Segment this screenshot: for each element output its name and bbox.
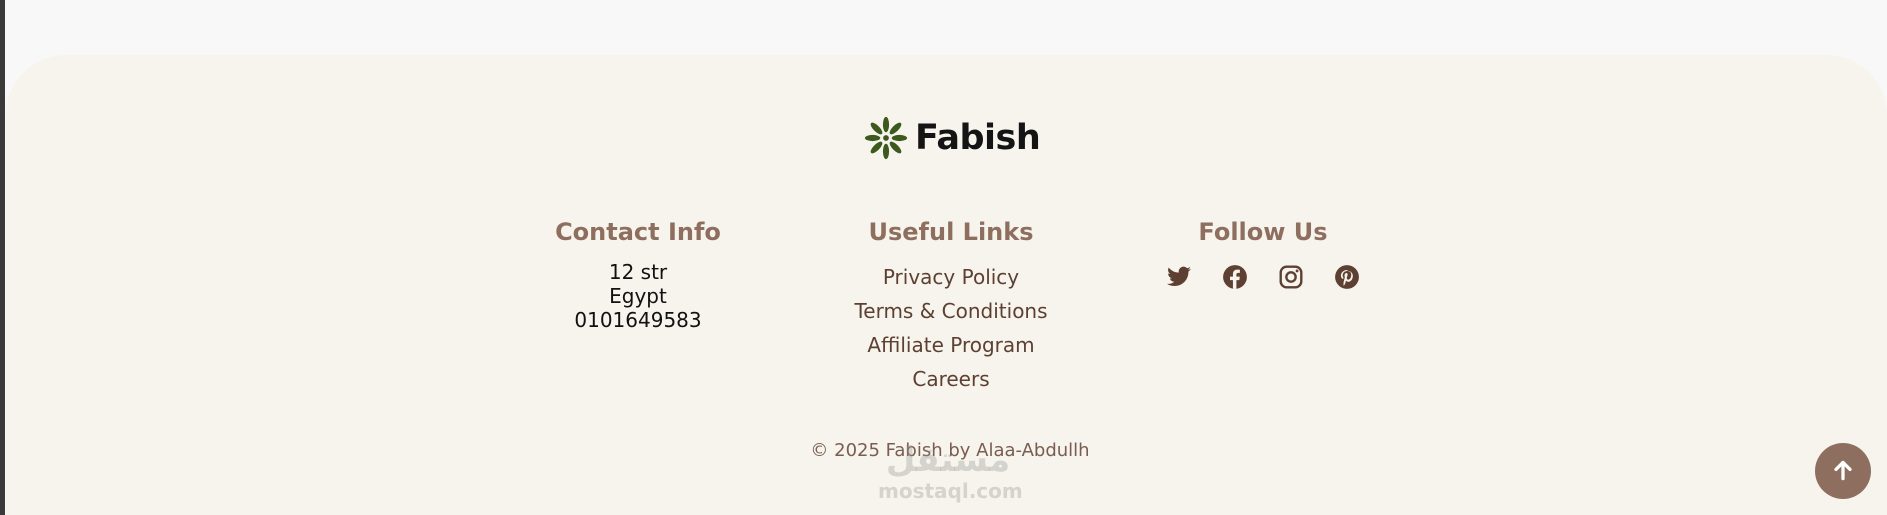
social-icons <box>1140 264 1386 290</box>
watermark-arabic: مستقل <box>885 440 1011 480</box>
leaf-logo-icon <box>863 114 909 162</box>
page-top-strip <box>5 0 1887 56</box>
contact-address-country: Egypt <box>609 284 667 308</box>
pinterest-icon[interactable] <box>1334 264 1360 290</box>
follow-us-section: Follow Us <box>1140 218 1386 290</box>
arrow-up-icon <box>1830 457 1856 486</box>
facebook-icon[interactable] <box>1222 264 1248 290</box>
follow-us-heading: Follow Us <box>1198 218 1328 246</box>
window-left-edge <box>0 0 5 515</box>
twitter-icon[interactable] <box>1166 264 1192 290</box>
brand-name: Fabish <box>915 118 1041 158</box>
useful-links-list: Privacy Policy Terms & Conditions Affili… <box>820 260 1082 396</box>
useful-links-heading: Useful Links <box>868 218 1034 246</box>
instagram-icon[interactable] <box>1278 264 1304 290</box>
affiliate-program-link[interactable]: Affiliate Program <box>820 328 1082 362</box>
contact-info-heading: Contact Info <box>555 218 721 246</box>
contact-address-street: 12 str <box>608 260 668 284</box>
scroll-to-top-button[interactable] <box>1815 443 1871 499</box>
terms-conditions-link[interactable]: Terms & Conditions <box>820 294 1082 328</box>
mostaql-watermark: مستقل mostaql.com <box>878 440 1023 503</box>
contact-phone: 0101649583 <box>574 308 702 332</box>
contact-info-section: Contact Info 12 str Egypt 0101649583 <box>520 218 756 332</box>
watermark-latin: mostaql.com <box>878 479 1023 503</box>
useful-links-section: Useful Links Privacy Policy Terms & Cond… <box>820 218 1082 396</box>
careers-link[interactable]: Careers <box>820 362 1082 396</box>
footer-logo[interactable]: Fabish <box>863 114 1041 162</box>
privacy-policy-link[interactable]: Privacy Policy <box>820 260 1082 294</box>
